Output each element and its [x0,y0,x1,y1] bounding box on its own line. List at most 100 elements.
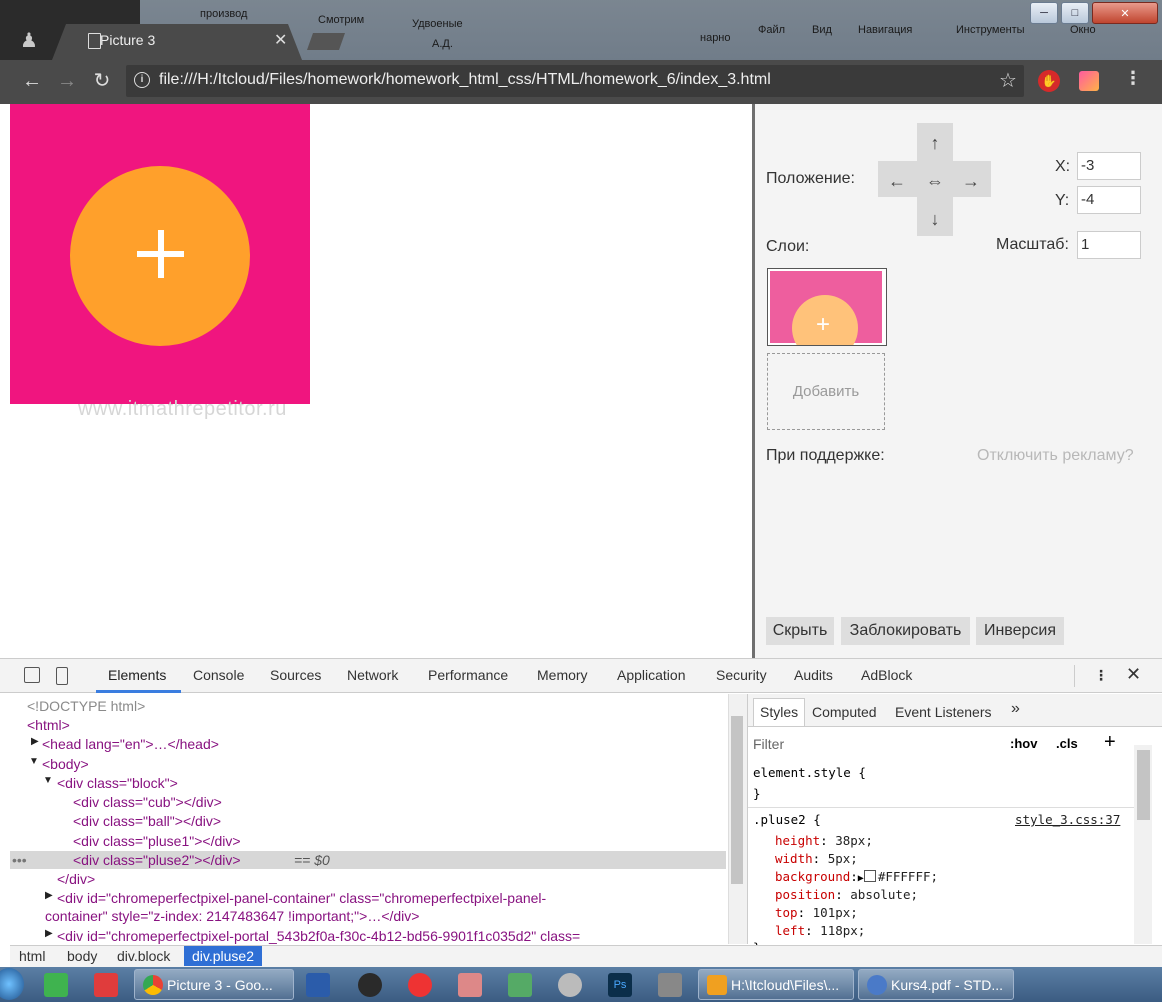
arrow-down-icon[interactable]: ↓ [920,209,950,230]
styles-scrollbar-thumb[interactable] [1137,750,1150,820]
adblock-extension-icon[interactable]: ✋ [1038,70,1060,92]
word-icon[interactable] [306,973,330,997]
dom-html[interactable]: <html> [27,717,70,733]
css-prop-name[interactable]: top [775,905,798,920]
css-property-row[interactable]: position: absolute; [775,887,918,902]
css-prop-name[interactable]: position [775,887,835,902]
y-input[interactable]: -4 [1077,186,1141,214]
close-window-button[interactable]: ✕ [1092,2,1158,24]
dom-div-ball[interactable]: <div class="ball"></div> [73,813,221,829]
collapse-arrow-icon[interactable]: ▼ [29,756,39,767]
new-tab-button[interactable] [307,33,345,50]
css-prop-name[interactable]: left [775,923,805,938]
element-style-selector[interactable]: element.style { [753,765,866,780]
disable-ads-link[interactable]: Отключить рекламу? [977,447,1134,465]
browser-menu-icon[interactable]: ⋮ [1124,68,1142,89]
url-text[interactable]: file:///H:/Itcloud/Files/homework/homewo… [159,71,771,89]
info-icon[interactable]: i [134,72,150,88]
arrow-left-icon[interactable]: ← [882,171,912,192]
music-icon[interactable] [408,973,432,997]
dom-doctype[interactable]: <!DOCTYPE html> [27,698,145,714]
devtools-close-icon[interactable]: ✕ [1126,664,1141,685]
css-prop-value[interactable]: 101px; [813,905,858,920]
forward-icon[interactable]: → [55,69,79,93]
app-icon[interactable] [458,973,482,997]
dom-head[interactable]: <head lang="en">…</head> [42,736,219,752]
maximize-button[interactable]: □ [1061,2,1089,24]
dom-body[interactable]: <body> [42,756,89,772]
bookmark-star-icon[interactable]: ☆ [999,68,1017,93]
minimize-button[interactable]: ─ [1030,2,1058,24]
hide-button[interactable]: Скрыть [766,617,834,645]
rule-selector[interactable]: .pluse2 { [753,812,821,827]
css-prop-value[interactable]: 118px; [820,923,865,938]
css-property-row[interactable]: top: 101px; [775,905,858,920]
layer-thumbnail[interactable]: + [767,268,887,346]
x-input[interactable]: -3 [1077,152,1141,180]
dom-div-pluse1[interactable]: <div class="pluse1"></div> [73,833,241,849]
css-prop-name[interactable]: width [775,851,813,866]
rule-source-link[interactable]: style_3.css:37 [1015,812,1120,827]
new-rule-icon[interactable]: + [1104,731,1116,754]
reload-icon[interactable]: ↻ [90,69,114,93]
arrow-center-icon[interactable]: ⇔ [920,171,950,192]
css-property-row[interactable]: background:▶ #FFFFFF; [775,869,938,884]
gimp-icon[interactable] [658,973,682,997]
tab-performance[interactable]: Performance [428,667,508,683]
taskbar-chrome-button[interactable]: Picture 3 - Goo... [134,969,294,1000]
css-prop-value[interactable]: 38px; [835,833,873,848]
tab-close-icon[interactable]: ✕ [274,30,287,50]
breadcrumb-div-block[interactable]: div.block [117,948,170,964]
expand-arrow-icon[interactable]: ▶ [45,928,53,939]
photoshop-icon[interactable]: Ps [608,973,632,997]
cls-toggle[interactable]: .cls [1056,736,1078,751]
app-icon[interactable] [508,973,532,997]
expand-arrow-icon[interactable]: ▶ [31,736,39,747]
tab-audits[interactable]: Audits [794,667,833,683]
device-toolbar-icon[interactable] [56,667,68,685]
tab-memory[interactable]: Memory [537,667,588,683]
row-ellipsis-icon[interactable]: ••• [12,852,27,868]
collapse-arrow-icon[interactable]: ▼ [43,775,53,786]
tab-event-listeners[interactable]: Event Listeners [895,704,992,720]
taskbar-explorer-button[interactable]: H:\Itcloud\Files\... [698,969,854,1000]
breadcrumb-body[interactable]: body [67,948,97,964]
tab-computed[interactable]: Computed [812,704,877,720]
add-layer-button[interactable]: Добавить [767,353,885,430]
hov-toggle[interactable]: :hov [1010,736,1037,751]
tab-styles[interactable]: Styles [760,704,798,720]
expand-arrow-icon[interactable]: ▶ [45,890,53,901]
screenshot-app-icon[interactable] [94,973,118,997]
color-swatch-icon[interactable] [863,870,876,882]
dom-div-panel-container[interactable]: <div id="chromeperfectpixel-panel-contai… [57,890,546,906]
arrow-up-icon[interactable]: ↑ [920,133,950,154]
css-prop-value[interactable]: #FFFFFF; [878,869,938,884]
dom-scrollbar-thumb[interactable] [731,716,743,884]
dom-div-pluse2[interactable]: <div class="pluse2"></div> [73,852,241,868]
css-property-row[interactable]: left: 118px; [775,923,865,938]
tab-application[interactable]: Application [617,667,686,683]
tab-adblock[interactable]: AdBlock [861,667,912,683]
breadcrumb-div-pluse2[interactable]: div.pluse2 [184,946,263,966]
css-prop-name[interactable]: background [775,869,850,884]
arrow-right-icon[interactable]: → [956,171,986,192]
css-property-row[interactable]: height: 38px; [775,833,873,848]
css-prop-name[interactable]: height [775,833,820,848]
lock-button[interactable]: Заблокировать [841,617,970,645]
app-icon[interactable] [358,973,382,997]
tab-console[interactable]: Console [193,667,244,683]
scale-input[interactable]: 1 [1077,231,1141,259]
devtools-menu-icon[interactable]: ⋮ [1094,667,1108,684]
breadcrumb-html[interactable]: html [19,948,45,964]
css-prop-value[interactable]: 5px; [828,851,858,866]
taskbar-pdf-button[interactable]: Kurs4.pdf - STD... [858,969,1014,1000]
tab-security[interactable]: Security [716,667,767,683]
inspect-element-icon[interactable] [24,667,40,683]
invert-button[interactable]: Инверсия [976,617,1064,645]
app-icon[interactable] [44,973,68,997]
tab-sources[interactable]: Sources [270,667,321,683]
dom-div-panel-container-cont[interactable]: container" style="z-index: 2147483647 !i… [45,908,419,924]
app-icon[interactable] [558,973,582,997]
tab-network[interactable]: Network [347,667,398,683]
pixel-perfect-extension-icon[interactable] [1079,71,1099,91]
